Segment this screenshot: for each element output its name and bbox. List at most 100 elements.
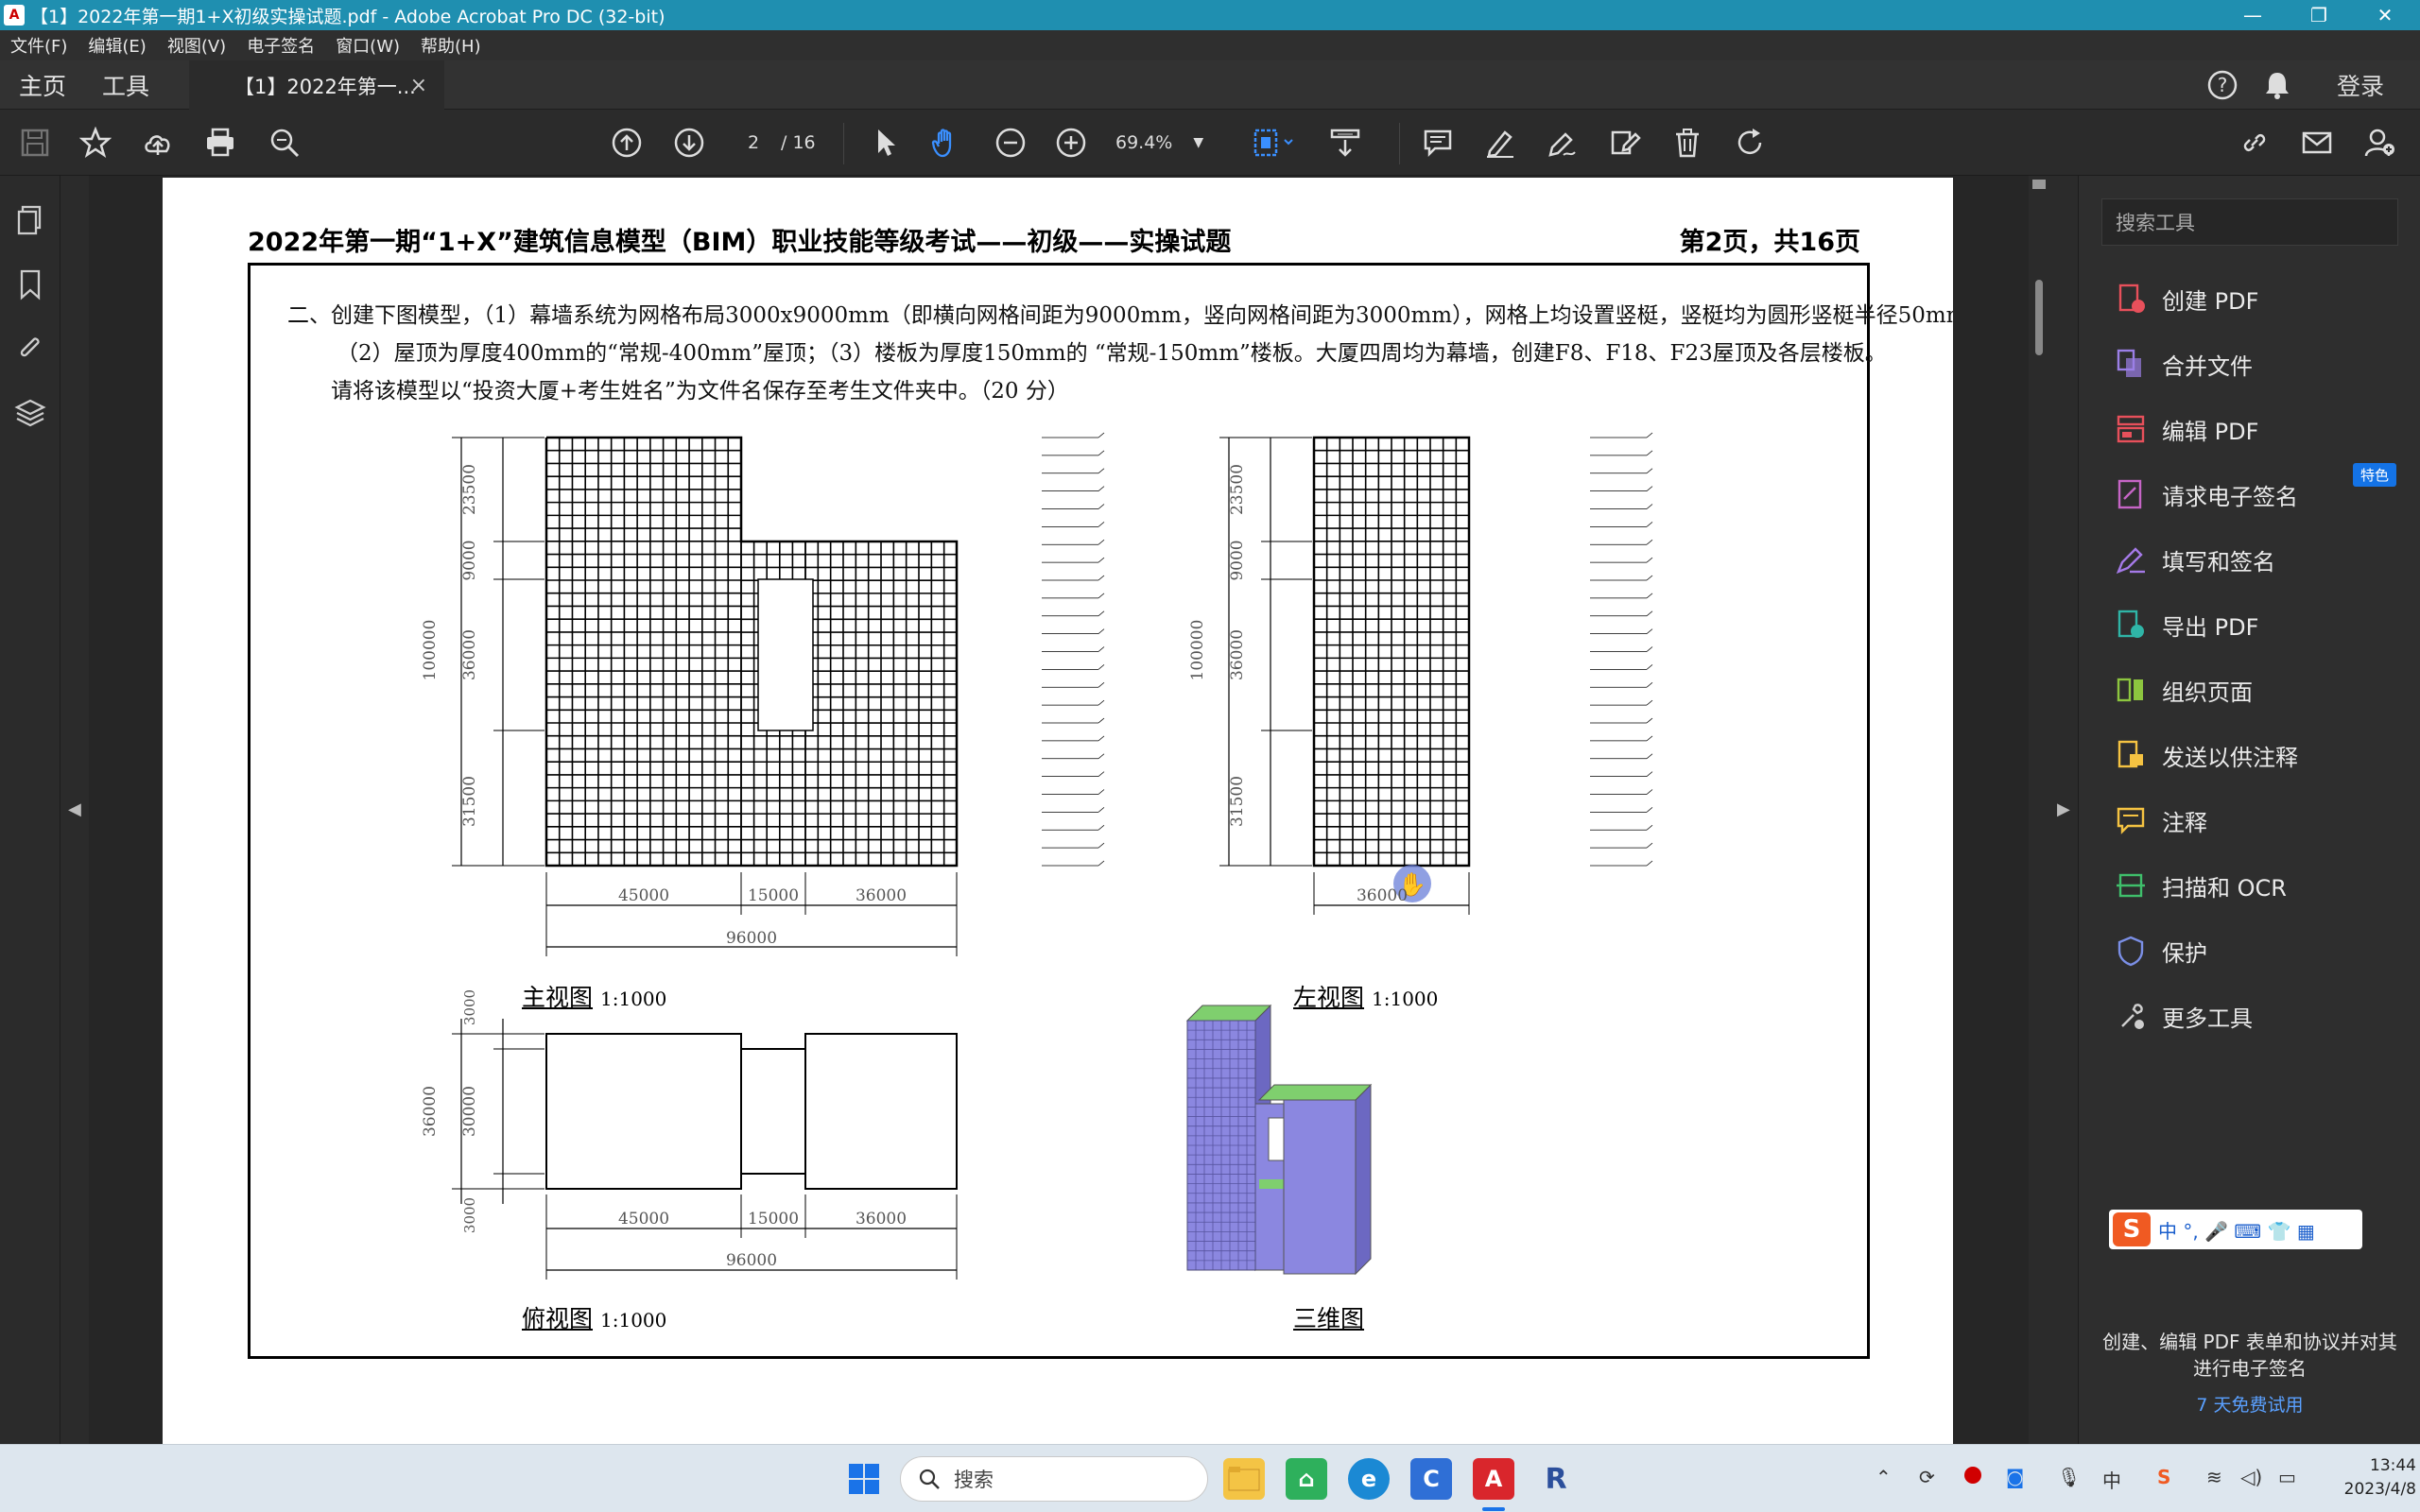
top-dim-h2: 30000 <box>460 1086 479 1137</box>
page-total-label: / 16 <box>781 132 816 153</box>
print-icon[interactable] <box>202 125 238 161</box>
tab-home[interactable]: 主页 <box>19 60 66 110</box>
sign-pen-icon[interactable] <box>1545 125 1581 161</box>
bookmarks-icon[interactable] <box>14 268 46 301</box>
bookmark-star-icon[interactable] <box>78 125 113 161</box>
share-link-icon[interactable] <box>2237 125 2273 161</box>
maximize-button[interactable]: ❐ <box>2286 0 2352 30</box>
dim-w1: 45000 <box>618 886 669 905</box>
taskbar-search-label: 搜索 <box>954 1469 994 1491</box>
close-tab-icon[interactable]: × <box>410 74 427 97</box>
tool-comment[interactable]: 注释 <box>2115 801 2207 839</box>
previous-page-icon[interactable] <box>609 125 645 161</box>
left-view-caption: 左视图 1:1000 <box>1293 984 1439 1011</box>
cloud-upload-icon[interactable] <box>140 125 176 161</box>
scroll-mode-icon[interactable] <box>1327 125 1363 161</box>
menu-window[interactable]: 窗口(W) <box>325 33 410 58</box>
volume-icon[interactable]: ◁) <box>2240 1466 2262 1488</box>
left-dim-h3: 36000 <box>1228 629 1247 680</box>
close-window-button[interactable]: ✕ <box>2352 0 2418 30</box>
hand-tool-icon[interactable] <box>928 125 964 161</box>
vertical-scrollbar[interactable] <box>2029 176 2049 1444</box>
edge-browser-icon[interactable]: e <box>1348 1458 1390 1500</box>
clock-date: 2023/4/8 <box>2343 1480 2416 1499</box>
free-trial-link[interactable]: 7 天免费试用 <box>2098 1391 2402 1417</box>
email-icon[interactable] <box>2299 125 2335 161</box>
tool-send-comment[interactable]: 发送以供注释 <box>2115 736 2298 774</box>
fit-page-icon[interactable] <box>1248 125 1305 161</box>
app-tray-icon[interactable]: ◙ <box>2006 1466 2024 1488</box>
notification-bell-icon[interactable] <box>2263 60 2291 110</box>
iso-view-drawing <box>1185 1004 1373 1276</box>
menu-esign[interactable]: 电子签名 <box>236 33 325 58</box>
page-number-input[interactable]: 2 <box>730 128 777 158</box>
left-dim-width: 36000 <box>1357 886 1408 905</box>
tab-document[interactable]: 【1】2022年第一... × <box>189 60 444 111</box>
zoom-out-icon[interactable] <box>993 125 1028 161</box>
tool-label: 合并文件 <box>2162 352 2253 380</box>
windows-start-icon[interactable] <box>843 1458 885 1500</box>
menu-help[interactable]: 帮助(H) <box>410 33 492 58</box>
ime-toolbar[interactable]: S 中 °, 🎤 ⌨ 👕 ▦ <box>2109 1210 2362 1249</box>
record-tray-icon[interactable] <box>1964 1466 1981 1488</box>
acrobat-taskbar-icon[interactable]: A <box>1473 1458 1514 1500</box>
tool-scan-ocr[interactable]: 扫描和 OCR <box>2115 867 2287 904</box>
tool-label: 更多工具 <box>2162 1005 2253 1032</box>
left-pane-collapse[interactable]: ◀ <box>60 176 89 1444</box>
blue-app-icon[interactable]: C <box>1410 1458 1452 1500</box>
top-dim-w2: 15000 <box>748 1210 799 1228</box>
add-user-icon[interactable] <box>2361 125 2397 161</box>
menu-view[interactable]: 视图(V) <box>157 33 236 58</box>
scrollbar-thumb[interactable] <box>2035 280 2043 355</box>
system-clock[interactable]: 13:44 2023/4/8 <box>2312 1454 2416 1502</box>
file-explorer-icon[interactable] <box>1223 1458 1265 1500</box>
dim-w3: 36000 <box>856 886 907 905</box>
menu-edit[interactable]: 编辑(E) <box>78 33 156 58</box>
find-search-icon[interactable] <box>267 125 302 161</box>
login-button[interactable]: 登录 <box>2337 60 2384 110</box>
drawings-canvas: 23500 9000 36000 31500 100000 45000 1500… <box>421 432 1653 1280</box>
page-thumbnails-icon[interactable] <box>14 204 46 236</box>
tool-more-tools[interactable]: 更多工具 <box>2115 997 2253 1035</box>
tool-edit-pdf[interactable]: 编辑 PDF <box>2115 410 2258 448</box>
save-icon[interactable] <box>17 125 53 161</box>
ime-tray-icon[interactable]: 中 <box>2102 1466 2121 1493</box>
scroll-up-arrow[interactable] <box>2032 180 2046 189</box>
minimize-button[interactable]: — <box>2220 0 2286 30</box>
stamp-icon[interactable] <box>1607 125 1643 161</box>
menu-file[interactable]: 文件(F) <box>0 33 78 58</box>
tool-export-pdf[interactable]: 导出 PDF <box>2115 606 2258 644</box>
tray-overflow-icon[interactable]: ⌃ <box>1876 1466 1892 1488</box>
tab-tools[interactable]: 工具 <box>102 60 149 110</box>
top-dim-w1: 45000 <box>618 1210 669 1228</box>
sogou-tray-icon[interactable]: S <box>2157 1466 2170 1488</box>
zoom-level-value: 69.4% <box>1115 132 1173 153</box>
layers-icon[interactable] <box>14 397 46 429</box>
revit-taskbar-icon[interactable]: R <box>1535 1458 1577 1500</box>
attachments-icon[interactable] <box>14 333 46 365</box>
next-page-icon[interactable] <box>671 125 707 161</box>
toolbar-divider <box>843 123 844 164</box>
tool-request-signature[interactable]: 请求电子签名 <box>2115 475 2298 513</box>
help-icon[interactable]: ? <box>2206 60 2238 110</box>
rotate-icon[interactable] <box>1732 125 1768 161</box>
tool-fill-sign[interactable]: 填写和签名 <box>2115 541 2275 578</box>
microphone-tray-icon[interactable]: 🎙 <box>2057 1466 2081 1488</box>
battery-icon[interactable]: ▭ <box>2278 1466 2296 1488</box>
zoom-level-select[interactable]: 69.4% ▼ <box>1115 128 1203 158</box>
zoom-in-icon[interactable] <box>1053 125 1089 161</box>
wifi-icon[interactable]: ≋ <box>2206 1466 2222 1488</box>
sync-tray-icon[interactable]: ⟳ <box>1919 1466 1935 1488</box>
search-tools-input[interactable]: 搜索工具 <box>2101 198 2398 246</box>
delete-trash-icon[interactable] <box>1669 125 1705 161</box>
tool-combine-files[interactable]: 合并文件 <box>2115 345 2253 383</box>
tool-protect[interactable]: 保护 <box>2115 932 2207 970</box>
store-app-icon[interactable]: ⌂ <box>1286 1458 1327 1500</box>
highlight-pen-icon[interactable] <box>1482 125 1518 161</box>
tool-create-pdf[interactable]: 创建 PDF <box>2115 280 2258 318</box>
right-pane-collapse[interactable]: ▶ <box>2049 176 2078 1444</box>
tool-organize-pages[interactable]: 组织页面 <box>2115 671 2253 709</box>
select-pointer-icon[interactable] <box>868 125 904 161</box>
taskbar-search[interactable]: 搜索 <box>900 1456 1208 1502</box>
comment-icon[interactable] <box>1420 125 1456 161</box>
